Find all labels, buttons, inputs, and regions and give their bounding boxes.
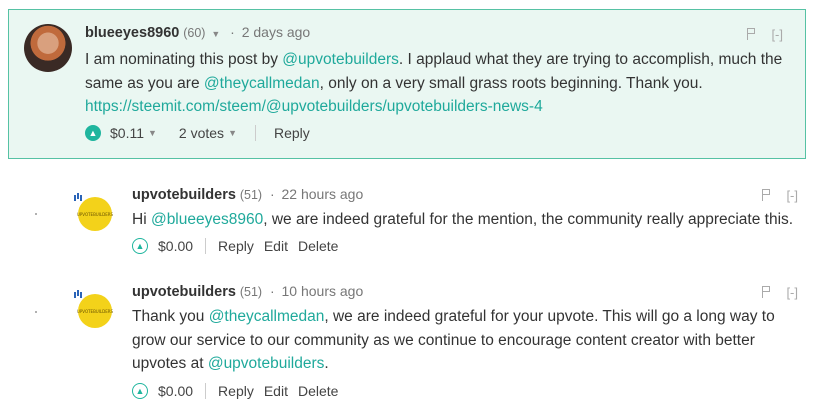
upvote-icon[interactable]: ▲ [132, 238, 148, 254]
upvote-icon[interactable]: ▲ [85, 125, 101, 141]
flag-icon[interactable] [746, 28, 756, 40]
timestamp[interactable]: 22 hours ago [282, 186, 364, 202]
divider [254, 125, 256, 141]
author-name[interactable]: blueeyes8960 [85, 25, 179, 41]
post-link[interactable]: https://steemit.com/steem/@upvotebuilder… [85, 98, 543, 115]
separator-dot: · [269, 283, 275, 299]
author-name[interactable]: upvotebuilders [132, 284, 236, 300]
author-name[interactable]: upvotebuilders [132, 187, 236, 203]
separator-dot: · [269, 186, 275, 202]
payout-value[interactable]: $0.00 [158, 238, 193, 254]
body-text: I am nominating this post by [85, 51, 283, 68]
avatar-logo-text: UPVOTEBUILDERS [76, 211, 114, 217]
divider [205, 383, 207, 399]
logo-bars-icon [74, 193, 86, 201]
highlighted-comment: blueeyes8960 (60) ▼ · 2 days ago [-] I a… [8, 9, 806, 159]
bullet-dot [35, 213, 37, 215]
body-text: Thank you [132, 308, 209, 325]
mention-link[interactable]: @theycallmedan [204, 75, 320, 92]
reply-button[interactable]: Reply [218, 383, 254, 399]
upvote-icon[interactable]: ▲ [132, 383, 148, 399]
body-text: Hi [132, 211, 151, 228]
reputation: (51) [239, 188, 263, 202]
reply-button[interactable]: Reply [218, 238, 254, 254]
logo-bars-icon [74, 290, 86, 298]
comment-header: blueeyes8960 (60) ▼ · 2 days ago [85, 24, 310, 41]
comment-flags: [-] [761, 188, 798, 203]
comment-flags: [-] [746, 27, 783, 42]
comment-header: upvotebuilders (51) · 10 hours ago [132, 283, 363, 300]
body-text: , we are indeed grateful for the mention… [263, 211, 794, 228]
edit-button[interactable]: Edit [264, 238, 288, 254]
avatar-logo-text: UPVOTEBUILDERS [76, 308, 114, 314]
comment-body: I am nominating this post by @upvotebuil… [85, 48, 785, 119]
timestamp[interactable]: 10 hours ago [282, 283, 364, 299]
votes-count[interactable]: 2 votes [179, 125, 224, 141]
collapse-button[interactable]: [-] [771, 27, 783, 42]
bullet-dot [35, 311, 37, 313]
user-avatar[interactable]: UPVOTEBUILDERS [74, 292, 114, 328]
divider [205, 238, 207, 254]
mention-link[interactable]: @theycallmedan [209, 308, 325, 325]
caret-down-icon[interactable]: ▼ [148, 128, 157, 138]
edit-button[interactable]: Edit [264, 383, 288, 399]
delete-button[interactable]: Delete [298, 383, 338, 399]
mention-link[interactable]: @blueeyes8960 [151, 211, 263, 228]
reputation: (51) [239, 285, 263, 299]
comment-body: Thank you @theycallmedan, we are indeed … [132, 305, 807, 376]
mention-link[interactable]: @upvotebuilders [282, 51, 399, 68]
caret-down-icon[interactable]: ▼ [228, 128, 237, 138]
mention-link[interactable]: @upvotebuilders [208, 355, 325, 372]
payout-value[interactable]: $0.00 [158, 383, 193, 399]
comment-footer: ▲ $0.00 Reply Edit Delete [132, 238, 338, 254]
comment-header: upvotebuilders (51) · 22 hours ago [132, 186, 363, 203]
comment-body: Hi @blueeyes8960, we are indeed grateful… [132, 208, 802, 232]
reputation: (60) [183, 26, 206, 40]
user-avatar[interactable] [24, 24, 72, 72]
comment-footer: ▲ $0.11 ▼ 2 votes ▼ Reply [85, 125, 310, 141]
payout-value[interactable]: $0.11 [110, 125, 144, 141]
collapse-button[interactable]: [-] [786, 285, 798, 300]
body-text: , only on a very small grass roots begin… [319, 74, 703, 92]
comment-footer: ▲ $0.00 Reply Edit Delete [132, 383, 338, 399]
separator-dot: · [230, 24, 235, 40]
reply-button[interactable]: Reply [274, 125, 310, 141]
caret-down-icon[interactable]: ▼ [211, 29, 220, 39]
user-avatar[interactable]: UPVOTEBUILDERS [74, 195, 114, 231]
timestamp[interactable]: 2 days ago [242, 24, 311, 40]
flag-icon[interactable] [761, 189, 771, 201]
collapse-button[interactable]: [-] [786, 188, 798, 203]
comment-flags: [-] [761, 285, 798, 300]
body-text: . [324, 355, 329, 372]
delete-button[interactable]: Delete [298, 238, 338, 254]
flag-icon[interactable] [761, 286, 771, 298]
